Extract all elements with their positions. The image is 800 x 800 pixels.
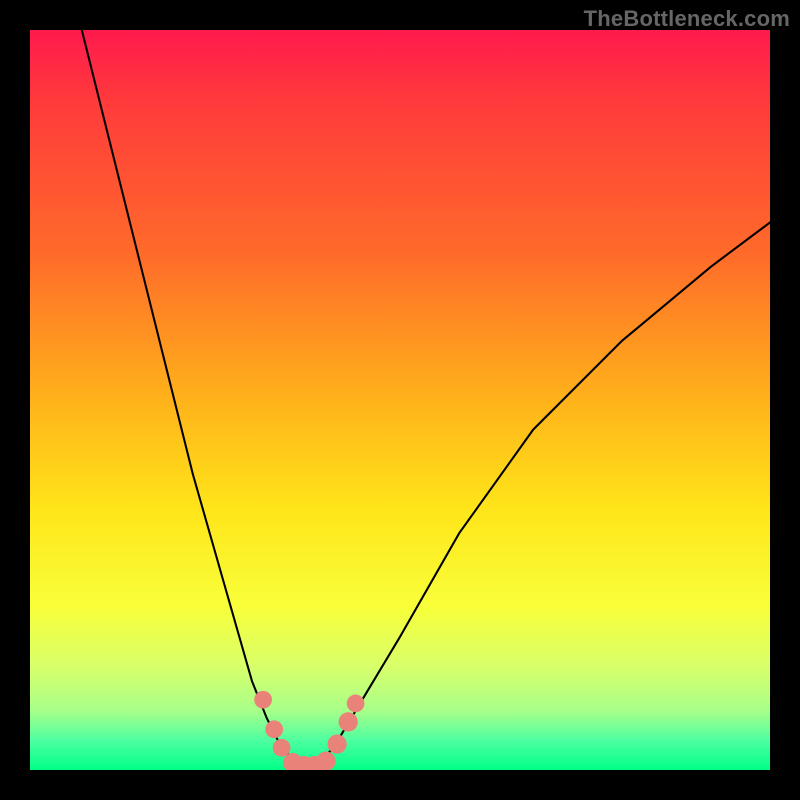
- highlight-markers: [254, 691, 364, 770]
- highlight-marker: [273, 739, 291, 757]
- highlight-marker: [347, 695, 365, 713]
- curve-left-branch: [82, 30, 297, 763]
- highlight-marker: [316, 752, 335, 771]
- watermark-text: TheBottleneck.com: [584, 6, 790, 32]
- highlight-marker: [339, 712, 358, 731]
- curve-right-branch: [319, 222, 770, 762]
- highlight-marker: [327, 734, 346, 753]
- curve-layer: [30, 30, 770, 770]
- highlight-marker: [254, 691, 272, 709]
- chart-frame: TheBottleneck.com: [0, 0, 800, 800]
- highlight-marker: [265, 720, 283, 738]
- plot-area: [30, 30, 770, 770]
